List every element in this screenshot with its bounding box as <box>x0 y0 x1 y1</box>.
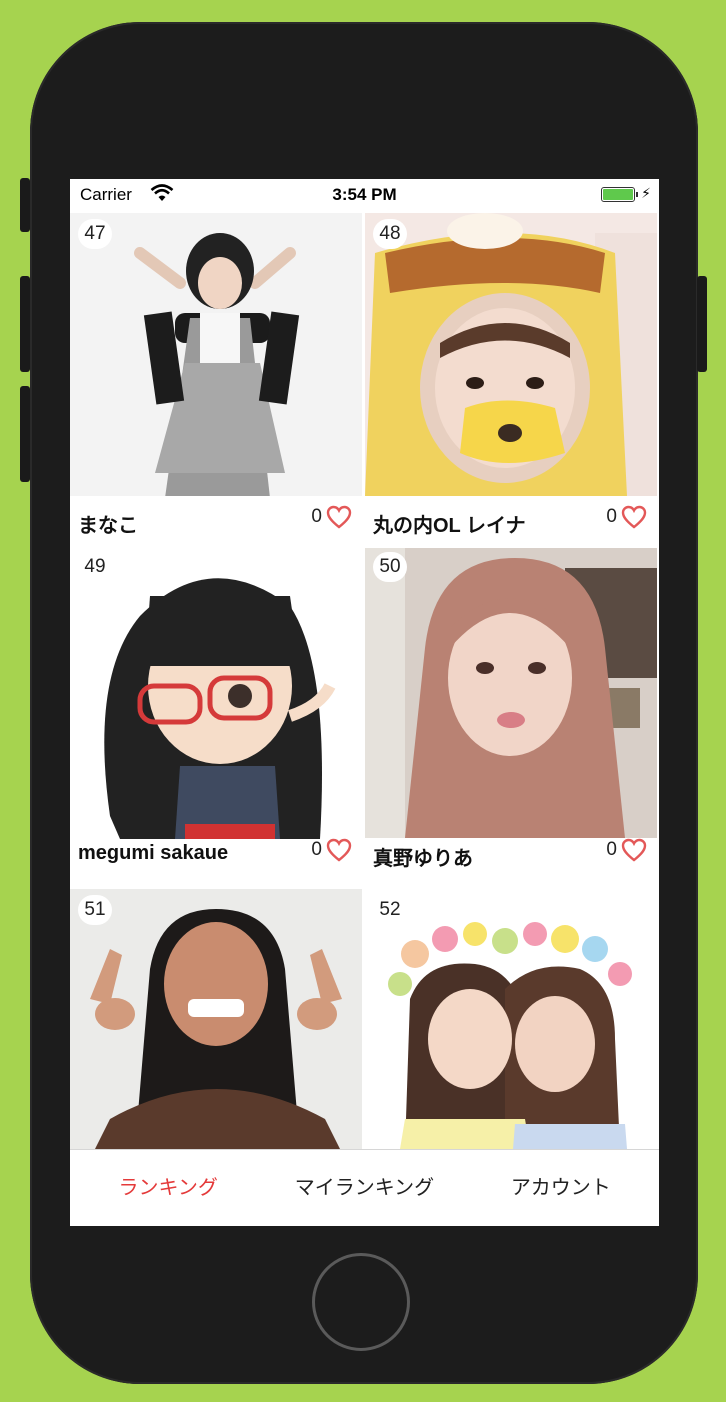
home-button[interactable] <box>312 1253 410 1351</box>
card-name: 丸の内OL レイナ <box>373 515 526 537</box>
profile-photo[interactable] <box>365 548 657 838</box>
rank-badge: 50 <box>373 552 407 582</box>
battery-icon <box>601 187 638 202</box>
profile-photo[interactable] <box>70 213 362 496</box>
tab-my-ranking[interactable]: マイランキング <box>266 1150 462 1226</box>
card-name: 真野ゆりあ <box>373 848 473 870</box>
volume-up-button <box>20 276 30 372</box>
like-count-value: 0 <box>606 839 617 860</box>
card-name: まなこ <box>78 515 138 537</box>
rank-badge: 49 <box>78 552 112 582</box>
status-bar: Carrier 3:54 PM ⚡ <box>70 179 659 213</box>
tab-ranking[interactable]: ランキング <box>70 1150 266 1226</box>
rank-badge: 47 <box>78 219 112 249</box>
rank-badge: 51 <box>78 895 112 925</box>
ranking-card[interactable]: 49 megumi sakaue 0 <box>70 546 362 879</box>
ranking-card[interactable]: 48 丸の内OL レイナ 0 <box>365 213 657 546</box>
mute-switch <box>20 178 30 232</box>
ranking-card[interactable]: 47 まなこ 0 <box>70 213 362 546</box>
heart-icon[interactable] <box>621 505 647 529</box>
power-button <box>697 276 707 372</box>
tab-bar: ランキング マイランキング アカウント <box>70 1149 659 1226</box>
app-screen: Carrier 3:54 PM ⚡ 47 まなこ 0 48 丸の内OL レイナ … <box>70 179 659 1226</box>
like-count-value: 0 <box>311 506 322 527</box>
like-count[interactable]: 0 <box>311 505 352 529</box>
like-count[interactable]: 0 <box>606 505 647 529</box>
ranking-card[interactable]: 50 真野ゆりあ 0 <box>365 546 657 879</box>
ranking-grid: 47 まなこ 0 48 丸の内OL レイナ 0 49 megumi sakaue… <box>70 213 659 1149</box>
volume-down-button <box>20 386 30 482</box>
heart-icon[interactable] <box>326 505 352 529</box>
tab-account[interactable]: アカウント <box>463 1150 659 1226</box>
profile-photo[interactable] <box>365 889 657 1149</box>
profile-photo[interactable] <box>365 213 657 496</box>
like-count[interactable]: 0 <box>311 838 352 862</box>
charging-icon: ⚡ <box>641 185 651 201</box>
heart-icon[interactable] <box>326 838 352 862</box>
ranking-card[interactable]: 52 <box>365 889 657 1149</box>
rank-badge: 48 <box>373 219 407 249</box>
rank-badge: 52 <box>373 895 407 925</box>
like-count[interactable]: 0 <box>606 838 647 862</box>
heart-icon[interactable] <box>621 838 647 862</box>
profile-photo[interactable] <box>70 556 362 839</box>
like-count-value: 0 <box>311 839 322 860</box>
ranking-card[interactable]: 51 <box>70 889 362 1149</box>
card-name: megumi sakaue <box>78 842 229 864</box>
like-count-value: 0 <box>606 506 617 527</box>
profile-photo[interactable] <box>70 889 362 1149</box>
status-time: 3:54 PM <box>332 185 397 204</box>
